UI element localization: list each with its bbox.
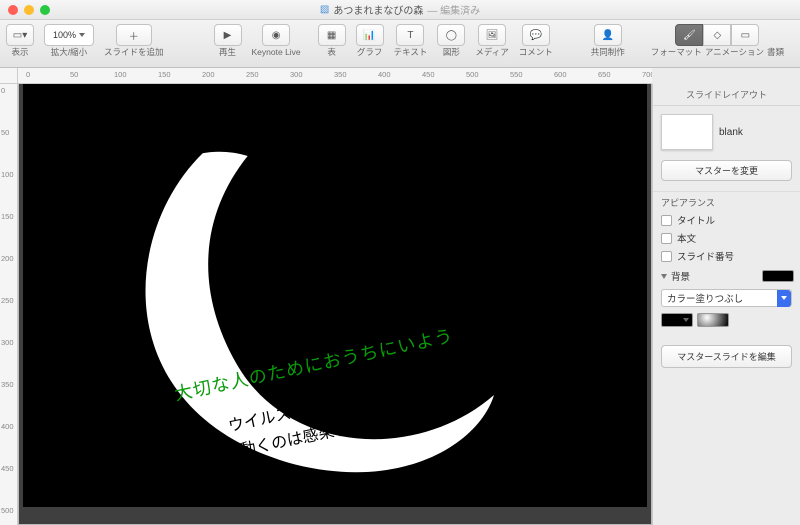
master-thumbnail[interactable] xyxy=(661,114,713,150)
close-window-icon[interactable] xyxy=(8,5,18,15)
body-checkbox[interactable] xyxy=(661,233,672,244)
background-summary-swatch xyxy=(762,270,794,282)
color-well[interactable] xyxy=(697,313,729,327)
diamond-icon: ◇ xyxy=(714,30,722,41)
play-label: 再生 xyxy=(219,48,236,57)
media-button[interactable]: 🖼 xyxy=(478,24,506,46)
play-button[interactable]: ▶ xyxy=(214,24,242,46)
play-icon: ▶ xyxy=(224,30,232,41)
moon-shape[interactable]: 大切な人のためにおうちにいよう ウイルスは動かない 動くのは感染者 xyxy=(65,93,531,506)
text-icon: T xyxy=(407,30,413,41)
fill-type-select[interactable]: カラー塗りつぶし xyxy=(661,289,792,307)
view-icon: ▭▾ xyxy=(13,30,27,41)
disclosure-triangle-icon[interactable] xyxy=(661,274,667,279)
broadcast-icon: ◉ xyxy=(272,30,281,41)
add-slide-label: スライドを追加 xyxy=(104,48,164,57)
tab-document[interactable]: ▭ xyxy=(731,24,759,46)
shape-label: 図形 xyxy=(443,48,460,57)
inspector-header: スライドレイアウト xyxy=(653,84,800,106)
keynote-live-label: Keynote Live xyxy=(252,48,301,57)
media-label: メディア xyxy=(475,48,508,57)
comment-button[interactable]: 💬 xyxy=(522,24,550,46)
media-icon: 🖼 xyxy=(486,30,499,41)
edit-master-button[interactable]: マスタースライドを編集 xyxy=(661,345,792,368)
ruler-vertical: 050100150200250300350400450500 xyxy=(0,84,18,525)
slidenum-checkbox[interactable] xyxy=(661,251,672,262)
comment-icon: 💬 xyxy=(530,30,542,41)
inspector-panel: スライドレイアウト blank マスターを変更 アピアランス タイトル 本文 ス… xyxy=(652,84,800,525)
keynote-doc-icon: ▧ xyxy=(320,4,329,15)
document-icon: ▭ xyxy=(741,30,750,41)
appearance-section-label: アピアランス xyxy=(653,191,800,211)
view-label: 表示 xyxy=(11,48,28,57)
zoom-select[interactable]: 100% xyxy=(44,24,94,46)
collaborate-icon: 👤 xyxy=(602,30,614,41)
chart-icon: 📊 xyxy=(363,30,375,41)
fill-type-value: カラー塗りつぶし xyxy=(667,291,743,305)
document-status: — 編集済み xyxy=(427,2,480,17)
comment-label: コメント xyxy=(519,48,553,57)
ruler-horizontal: 0501001502002503003504004505005506006507… xyxy=(18,68,652,84)
background-section-label: 背景 xyxy=(671,269,690,283)
fill-color-swatch[interactable] xyxy=(661,313,693,327)
tab-animate[interactable]: ◇ xyxy=(703,24,731,46)
window-titlebar: ▧ あつまれまなびの森 — 編集済み xyxy=(0,0,800,20)
minimize-window-icon[interactable] xyxy=(24,5,34,15)
add-slide-button[interactable]: ＋ xyxy=(116,24,152,46)
collaborate-label: 共同制作 xyxy=(591,48,625,57)
table-icon: ▦ xyxy=(327,30,336,41)
keynote-live-button[interactable]: ◉ xyxy=(262,24,290,46)
text-button[interactable]: T xyxy=(396,24,424,46)
canvas-area[interactable]: 大切な人のためにおうちにいよう ウイルスは動かない 動くのは感染者 xyxy=(18,84,652,525)
slide[interactable]: 大切な人のためにおうちにいよう ウイルスは動かない 動くのは感染者 xyxy=(23,84,647,507)
toolbar: ▭▾ 表示 100% 拡大/縮小 ＋ スライドを追加 ▶ 再生 ◉ Keynot… xyxy=(0,20,800,68)
chart-button[interactable]: 📊 xyxy=(356,24,384,46)
zoom-value: 100% xyxy=(53,30,76,40)
brush-icon: 🖌 xyxy=(683,30,696,41)
tab-format[interactable]: 🖌 xyxy=(675,24,703,46)
traffic-lights xyxy=(8,5,50,15)
zoom-label: 拡大/縮小 xyxy=(51,48,87,57)
document-title: あつまれまなびの森 xyxy=(333,2,423,17)
slidenum-checkbox-label: スライド番号 xyxy=(677,249,734,263)
collaborate-button[interactable]: 👤 xyxy=(594,24,622,46)
master-name: blank xyxy=(719,127,743,138)
fullscreen-window-icon[interactable] xyxy=(40,5,50,15)
inspector-tabs-label: フォーマットアニメーション書類 xyxy=(651,48,784,57)
text-label: テキスト xyxy=(394,48,428,57)
table-button[interactable]: ▦ xyxy=(318,24,346,46)
shape-icon: ◯ xyxy=(446,30,457,41)
body-checkbox-label: 本文 xyxy=(677,231,696,245)
chart-label: グラフ xyxy=(357,48,383,57)
change-master-button[interactable]: マスターを変更 xyxy=(661,160,792,181)
shape-button[interactable]: ◯ xyxy=(437,24,465,46)
title-checkbox-label: タイトル xyxy=(677,213,715,227)
plus-icon: ＋ xyxy=(129,28,139,43)
title-checkbox[interactable] xyxy=(661,215,672,226)
table-label: 表 xyxy=(327,48,336,57)
view-button[interactable]: ▭▾ xyxy=(6,24,34,46)
ruler-corner xyxy=(0,68,18,84)
